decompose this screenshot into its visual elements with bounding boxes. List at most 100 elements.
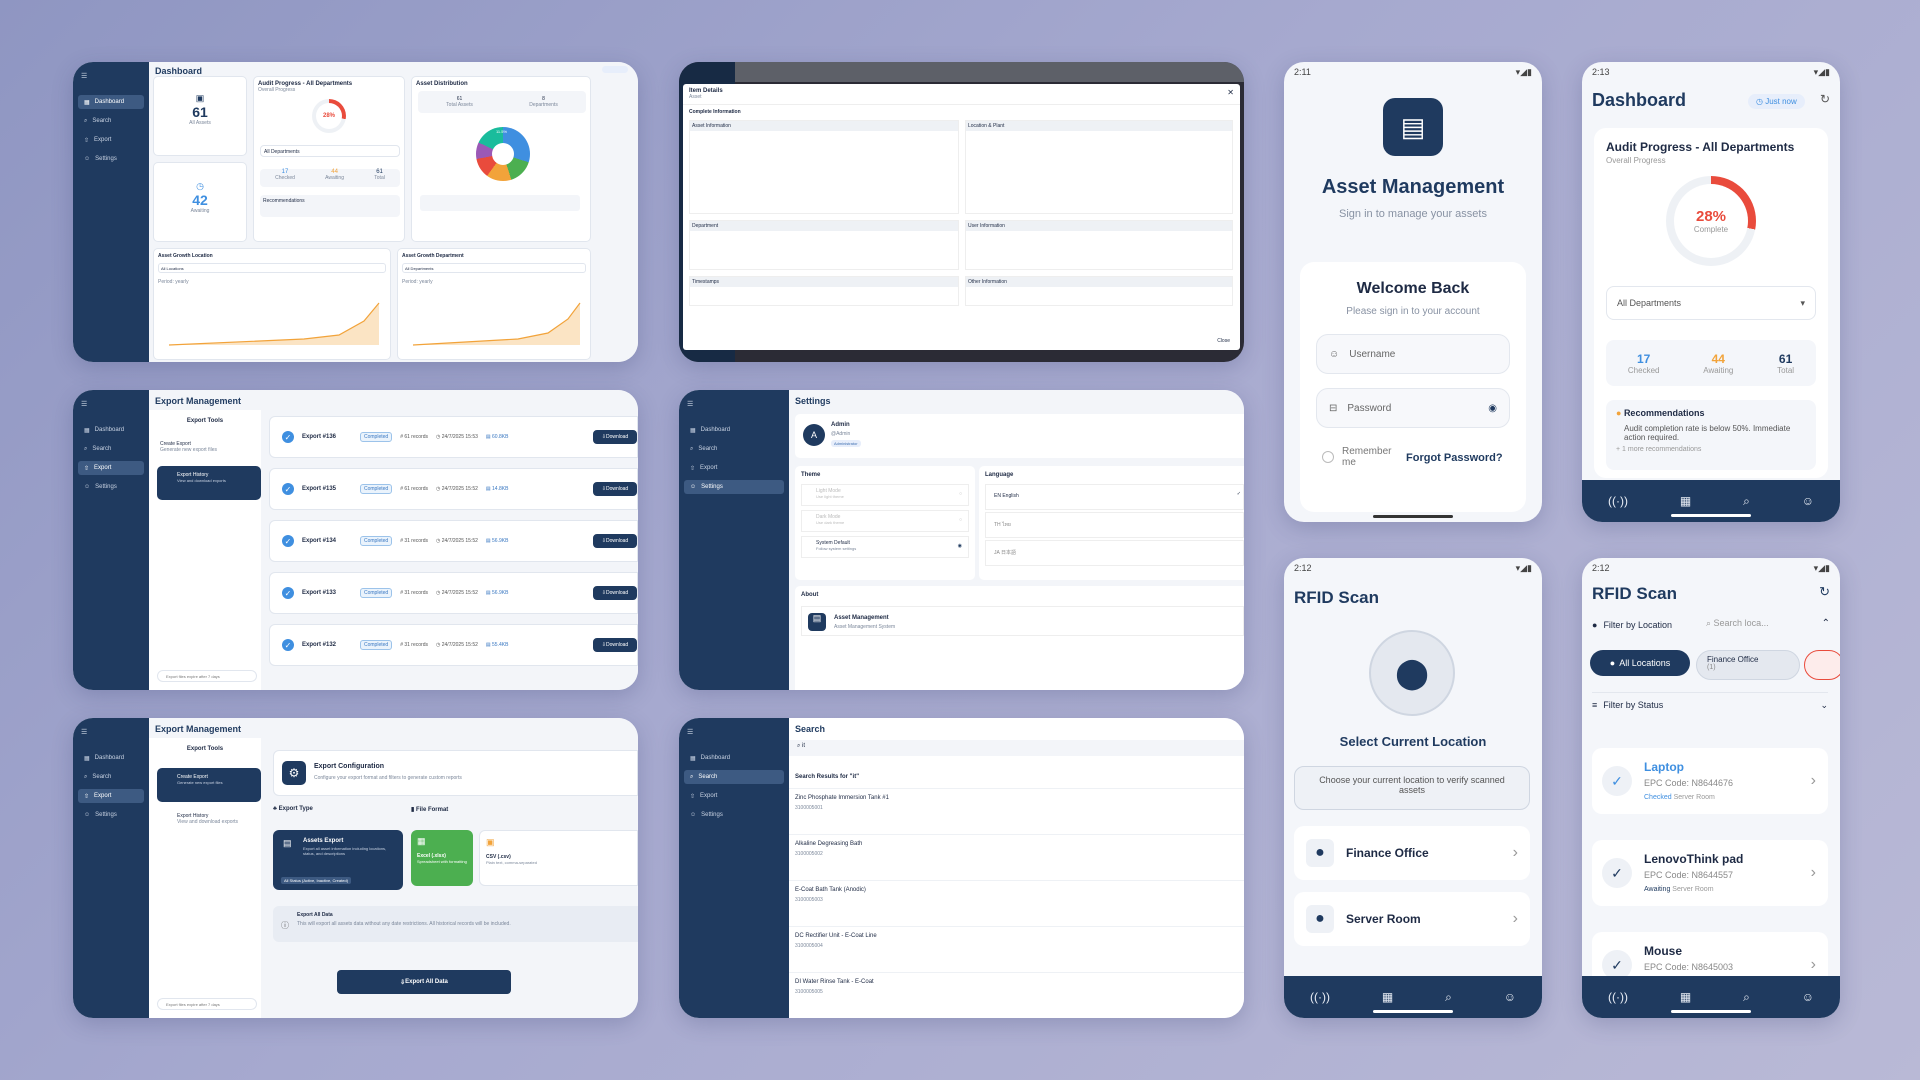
sidebar-item-search[interactable]: ⌕ Search [684,770,784,784]
sidebar-item-search[interactable]: ⌕ Search [78,770,144,784]
sidebar-item-dashboard[interactable]: ▦ Dashboard [78,751,144,765]
download-button[interactable]: ⇩ Download [593,638,637,652]
donut-hole [492,143,514,165]
search-icon[interactable]: ⌕ [1743,494,1750,509]
radio-icon: ○ [958,491,962,497]
sidebar-item-dashboard[interactable]: ▦ Dashboard [684,751,784,765]
rfid-icon[interactable]: ((·)) [1608,990,1628,1004]
dashboard-icon[interactable]: ▦ [1382,990,1393,1004]
sidebar-item-export[interactable]: ⇧ Export [78,789,144,803]
create-export-tab[interactable]: Create Export Generate new export files [157,768,261,802]
close-icon[interactable]: ✕ [1227,88,1234,100]
sidebar-item-search[interactable]: ⌕ Search [78,442,144,456]
menu-icon[interactable]: ☰ [73,390,149,418]
sidebar-item-dashboard[interactable]: ▦ Dashboard [78,423,144,437]
export-type-label: ♣ Export Type [273,806,313,812]
sidebar-item-settings[interactable]: ☺ Settings [684,480,784,494]
lang-ja[interactable]: JA 日本語 [985,540,1244,566]
export-history-tab[interactable]: Export History View and download exports [157,810,261,834]
assets-export-option[interactable]: ▤ Assets Export Export all asset informa… [273,830,403,890]
department-select[interactable]: All Departments [260,145,400,157]
person-icon: ☺ [1329,348,1340,360]
eye-icon[interactable]: ◉ [1488,403,1497,414]
dashboard-icon[interactable]: ▦ [1680,494,1691,508]
lang-en[interactable]: EN English ✓ [985,484,1244,510]
theme-dark[interactable]: Dark Mode Use dark theme ○ [801,510,969,532]
person-icon: ☺ [84,484,91,490]
person-icon[interactable]: ☺ [1504,990,1516,1004]
department-select[interactable]: All Departments [402,263,586,273]
sidebar-item-settings[interactable]: ☺ Settings [78,480,144,494]
sidebar-item-settings[interactable]: ☺ Settings [684,808,784,822]
search-icon[interactable]: ⌕ [1445,990,1452,1005]
rfid-list-card: 2:12 ▾◢▮ RFID Scan ↻ ● Filter by Location … [1582,558,1840,1018]
location-item-server[interactable]: ● Server Room › [1294,892,1530,946]
progress-percent: 28% [1695,208,1727,225]
menu-icon[interactable]: ☰ [73,62,149,90]
export-all-button[interactable]: ⇩ Export All Data [337,970,511,994]
download-button[interactable]: ⇩ Download [593,430,637,444]
dashboard-icon[interactable]: ▦ [1680,990,1691,1004]
download-button[interactable]: ⇩ Download [593,534,637,548]
location-icon: ● [1306,905,1334,933]
remember-me[interactable]: Remember me [1322,446,1391,468]
person-icon[interactable]: ☺ [1802,494,1814,508]
rfid-asset-item[interactable]: ✓ Laptop EPC Code: N8644676 Checked Serv… [1592,748,1828,814]
search-result-item[interactable]: DC Rectifier Unit - E-Coat Line 31000050… [789,926,1244,966]
sidebar-item-export[interactable]: ⇧ Export [78,461,144,475]
sidebar: ☰ ▦ Dashboard ⌕ Search ⇧ Export ☺ Settings [679,718,789,1018]
search-result-item[interactable]: DI Water Rinse Tank - E-Coat 3100005005 [789,972,1244,1012]
department-select[interactable]: All Departments ▾ [1606,286,1816,320]
theme-light[interactable]: Light Mode Use light theme ○ [801,484,969,506]
sidebar-item-search[interactable]: ⌕ Search [684,442,784,456]
menu-icon[interactable]: ☰ [679,390,789,418]
group-department: Department [689,220,959,270]
rfid-icon[interactable]: ((·)) [1608,494,1628,508]
sidebar-item-export[interactable]: ⇧ Export [684,789,784,803]
forgot-password-link[interactable]: Forgot Password? [1406,452,1503,464]
export-name: Export #132 [302,642,337,648]
search-result-item[interactable]: Alkaline Degreasing Bath 3100005002 [789,834,1244,874]
search-icon[interactable]: ⌕ [1743,990,1750,1005]
menu-icon[interactable]: ☰ [679,718,789,746]
export-date: ◷ 24/7/2025 15:53 [435,434,478,440]
refresh-icon[interactable]: ↻ [1820,92,1830,106]
search-result-item[interactable]: Zinc Phosphate Immersion Tank #1 3100005… [789,788,1244,828]
sidebar-item-settings[interactable]: ☺ Settings [78,808,144,822]
username-field[interactable]: ☺ Username [1316,334,1510,374]
menu-icon[interactable]: ☰ [73,718,149,746]
remember-radio[interactable] [1322,451,1334,463]
person-icon[interactable]: ☺ [1802,990,1814,1004]
theme-system[interactable]: System Default Follow system settings ◉ [801,536,969,558]
sidebar-item-settings[interactable]: ☺ Settings [78,152,144,166]
location-select[interactable]: All Locations [158,263,386,273]
more-recommendations[interactable]: + 1 more recommendations [1616,446,1806,453]
refresh-badge[interactable] [602,66,628,73]
item-details-card: Item Details Asset ✕ Complete Information… [679,62,1244,362]
sidebar-item-dashboard[interactable]: ▦ Dashboard [684,423,784,437]
download-button[interactable]: ⇩ Download [593,586,637,600]
lightbulb-icon: ● [1616,408,1624,418]
sidebar-item-dashboard[interactable]: ▦ Dashboard [78,95,144,109]
asset-name: LenovoThink pad [1644,852,1744,866]
password-field[interactable]: ⊟ Password ◉ [1316,388,1510,428]
sidebar-item-export[interactable]: ⇧ Export [78,133,144,147]
rfid-icon[interactable]: ((·)) [1310,990,1330,1004]
close-button[interactable]: Close [1217,338,1230,344]
dist-departments: 8 Departments [529,96,558,108]
download-button[interactable]: ⇩ Download [593,482,637,496]
welcome-subtitle: Please sign in to your account [1346,306,1480,317]
location-item-finance[interactable]: ● Finance Office › [1294,826,1530,880]
lang-th[interactable]: TH ไทย [985,512,1244,538]
csv-format-option[interactable]: ▣ CSV (.csv) Plain text, comma-separated [479,830,638,886]
sidebar-item-search[interactable]: ⌕ Search [78,114,144,128]
page-title: Export Management [155,724,242,734]
search-result-item[interactable]: E-Coat Bath Tank (Anodic) 3100005003 [789,880,1244,920]
export-row: ✓ Export #133 Completed # 31 records ◷ 2… [269,572,638,614]
search-card: ☰ ▦ Dashboard ⌕ Search ⇧ Export ☺ Settings S… [679,718,1244,1018]
search-icon: ⌕ [690,445,694,452]
rfid-asset-item[interactable]: ✓ LenovoThink pad EPC Code: N8644557 Awa… [1592,840,1828,906]
sidebar-item-export[interactable]: ⇧ Export [684,461,784,475]
period-label: Period: yearly [402,279,433,285]
excel-format-option[interactable]: ▦ Excel (.xlsx) Spreadsheet with formatt… [411,830,473,886]
